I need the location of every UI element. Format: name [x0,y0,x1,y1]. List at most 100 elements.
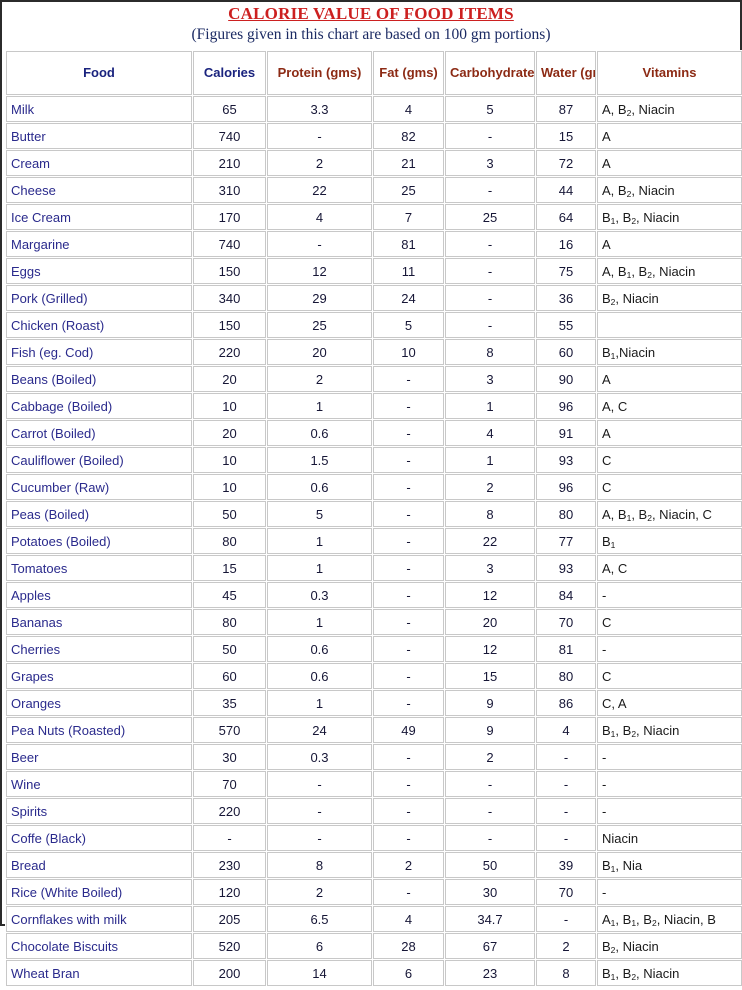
cell-water: 64 [536,204,596,230]
cell-vitamins: C [597,663,742,689]
cell-food: Oranges [6,690,192,716]
cell-food: Margarine [6,231,192,257]
cell-vitamins: A, B2, Niacin [597,177,742,203]
cell-fat: - [373,474,444,500]
table-row: Cauliflower (Boiled) 10 1.5-1 93 C [6,447,742,473]
cell-fat: - [373,366,444,392]
table-row: Cherries 50 0.6-12 81- [6,636,742,662]
table-row: Pork (Grilled) 340 29 24-36 B2, Niacin [6,285,742,311]
cell-food: Cream [6,150,192,176]
cell-carbohydrate: 9 [445,717,535,743]
cell-calories: 20 [193,420,266,446]
cell-calories: 570 [193,717,266,743]
cell-food: Bread [6,852,192,878]
cell-water: 44 [536,177,596,203]
table-row: Fish (eg. Cod) 220 20 10 8 60 B1,Niacin [6,339,742,365]
cell-calories: 740 [193,231,266,257]
table-row: Beans (Boiled) 20 2-3 90 A [6,366,742,392]
cell-calories: 35 [193,690,266,716]
cell-vitamins [597,312,742,338]
cell-vitamins: - [597,582,742,608]
cell-food: Apples [6,582,192,608]
cell-vitamins: Niacin [597,825,742,851]
cell-calories: 60 [193,663,266,689]
cell-water: 87 [536,96,596,122]
cell-vitamins: B1,Niacin [597,339,742,365]
cell-water: 4 [536,717,596,743]
cell-calories: 340 [193,285,266,311]
cell-fat: 82 [373,123,444,149]
cell-water: 91 [536,420,596,446]
table-row: Cabbage (Boiled) 10 1-1 96 A, C [6,393,742,419]
table-row: Wheat Bran 200 14 6 23 8 B1, B2, Niacin [6,960,742,986]
cell-water: 96 [536,393,596,419]
cell-food: Coffe (Black) [6,825,192,851]
cell-food: Peas (Boiled) [6,501,192,527]
cell-carbohydrate: 25 [445,204,535,230]
cell-vitamins: B2, Niacin [597,285,742,311]
cell-protein: 0.6 [267,663,372,689]
cell-carbohydrate: - [445,312,535,338]
cell-water: 84 [536,582,596,608]
cell-fat: 5 [373,312,444,338]
table-row: Milk 65 3.3 4 5 87 A, B2, Niacin [6,96,742,122]
cell-calories: 170 [193,204,266,230]
cell-food: Cornflakes with milk [6,906,192,932]
cell-protein: 8 [267,852,372,878]
cell-water: 90 [536,366,596,392]
cell-vitamins: B1, B2, Niacin [597,204,742,230]
cell-fat: - [373,420,444,446]
cell-carbohydrate: 12 [445,582,535,608]
cell-vitamins: A, B1, B2, Niacin, C [597,501,742,527]
cell-fat: 4 [373,906,444,932]
cell-food: Beans (Boiled) [6,366,192,392]
cell-carbohydrate: - [445,771,535,797]
cell-fat: - [373,609,444,635]
cell-vitamins: A [597,231,742,257]
cell-calories: 50 [193,501,266,527]
cell-vitamins: B2, Niacin [597,933,742,959]
cell-water: 39 [536,852,596,878]
cell-fat: 4 [373,96,444,122]
cell-carbohydrate: 30 [445,879,535,905]
cell-protein: 12 [267,258,372,284]
cell-fat: - [373,771,444,797]
cell-vitamins: C, A [597,690,742,716]
table-body: Milk 65 3.3 4 5 87 A, B2, Niacin Butter 740-82-1… [6,96,742,986]
table-row: Margarine 740-81-16 A [6,231,742,257]
cell-water: 80 [536,501,596,527]
cell-food: Cauliflower (Boiled) [6,447,192,473]
cell-food: Grapes [6,663,192,689]
cell-water: 2 [536,933,596,959]
cell-protein: 1.5 [267,447,372,473]
cell-vitamins: A [597,420,742,446]
column-header-carbohydrate: Carbohydrate (gms) [445,51,535,95]
cell-vitamins: A, B1, B2, Niacin [597,258,742,284]
cell-water: - [536,825,596,851]
cell-fat: 2 [373,852,444,878]
cell-vitamins: A1, B1, B2, Niacin, B [597,906,742,932]
cell-food: Milk [6,96,192,122]
cell-fat: - [373,879,444,905]
cell-protein: 14 [267,960,372,986]
cell-food: Potatoes (Boiled) [6,528,192,554]
cell-calories: 10 [193,393,266,419]
cell-calories: 15 [193,555,266,581]
cell-carbohydrate: 4 [445,420,535,446]
cell-protein: - [267,231,372,257]
cell-carbohydrate: 3 [445,366,535,392]
column-header-food: Food [6,51,192,95]
cell-water: 81 [536,636,596,662]
cell-protein: 6 [267,933,372,959]
cell-water: 16 [536,231,596,257]
table-row: Cream 210 2 21 3 72 A [6,150,742,176]
cell-protein: 0.3 [267,582,372,608]
cell-carbohydrate: 12 [445,636,535,662]
cell-calories: 50 [193,636,266,662]
cell-water: 60 [536,339,596,365]
table-row: Coffe (Black) - - - - - Niacin [6,825,742,851]
cell-fat: - [373,663,444,689]
cell-protein: - [267,123,372,149]
cell-calories: 65 [193,96,266,122]
cell-protein: 2 [267,366,372,392]
